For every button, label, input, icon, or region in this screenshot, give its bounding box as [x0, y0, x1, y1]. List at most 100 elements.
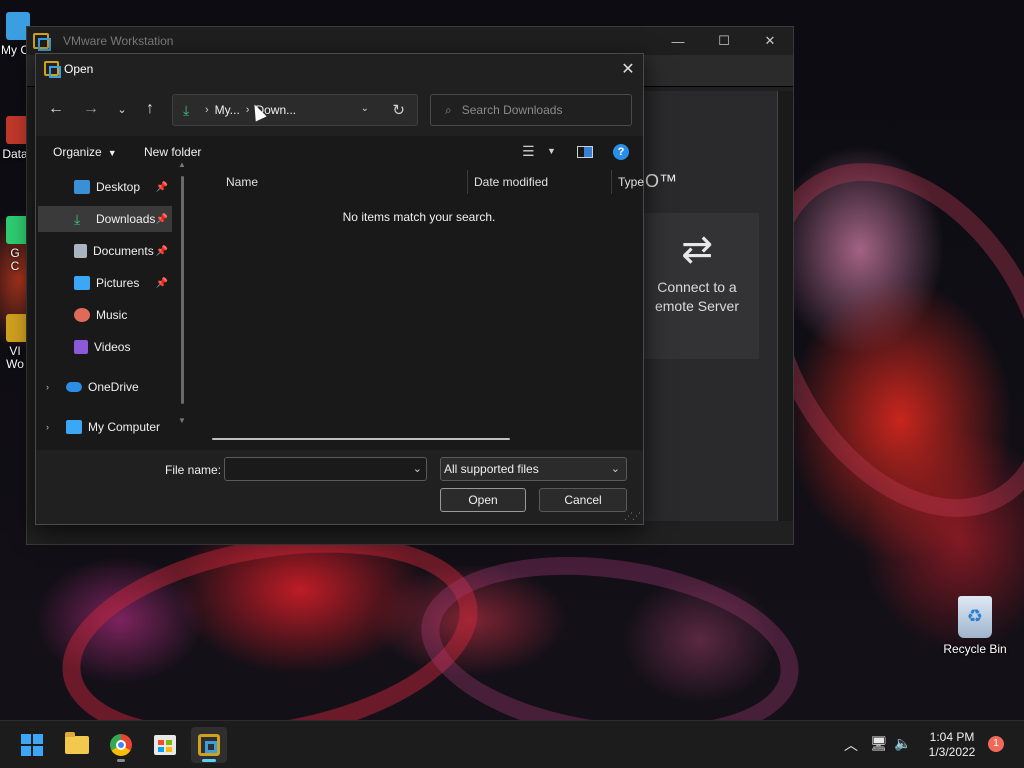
dialog-close-button[interactable]: ✕ [613, 54, 643, 83]
address-bar[interactable]: ⤓ › My... › Down... ⌄ ↻ [172, 94, 418, 126]
taskbar-chrome[interactable] [103, 727, 139, 763]
search-box[interactable]: ⌕ [430, 94, 632, 126]
nav-item-documents[interactable]: Documents 📌 [38, 238, 172, 264]
vmware-scrollbar[interactable] [777, 91, 793, 521]
chrome-icon [110, 734, 132, 756]
download-icon: ⤓ [183, 101, 190, 118]
vmware-icon [44, 61, 61, 78]
cancel-button[interactable]: Cancel [539, 488, 627, 512]
nav-item-desktop[interactable]: Desktop 📌 [38, 174, 172, 200]
nav-item-downloads[interactable]: ⤓ Downloads 📌 [38, 206, 172, 232]
address-dropdown-icon[interactable]: ⌄ [361, 103, 369, 114]
window-controls: — ☐ ✕ [655, 27, 793, 55]
search-icon: ⌕ [445, 102, 452, 117]
nav-item-videos[interactable]: Videos [38, 334, 172, 360]
start-button[interactable] [14, 727, 50, 763]
nav-item-label: OneDrive [88, 380, 139, 394]
column-header-name[interactable]: Name [226, 168, 258, 196]
network-icon[interactable]: 🖥 [870, 735, 888, 752]
file-name-label: File name: [165, 463, 222, 477]
close-button[interactable]: ✕ [747, 27, 793, 55]
forward-arrow-icon[interactable]: → [79, 97, 103, 121]
breadcrumb-chevron-icon[interactable]: › [205, 104, 209, 116]
view-options-icon[interactable]: ☰ [522, 143, 535, 160]
nav-item-label: Downloads [96, 212, 156, 226]
refresh-icon[interactable]: ↻ [392, 101, 405, 119]
expand-chevron-icon[interactable]: › [46, 382, 49, 392]
scroll-down-icon[interactable]: ▼ [178, 416, 186, 425]
up-arrow-icon[interactable]: ↑ [138, 97, 162, 121]
scroll-up-icon[interactable]: ▲ [178, 160, 186, 169]
expand-chevron-icon[interactable]: › [46, 422, 49, 432]
organize-button[interactable]: Organize ▼ [53, 145, 117, 159]
column-divider[interactable] [467, 170, 468, 194]
column-header-date-modified[interactable]: Date modified [474, 168, 548, 196]
file-list: Name Date modified Type No items match y… [194, 168, 644, 450]
file-type-value: All supported files [444, 462, 539, 476]
taskbar-vmware[interactable] [191, 727, 227, 763]
document-icon [74, 244, 87, 258]
nav-item-onedrive[interactable]: › OneDrive [38, 374, 172, 400]
clock-date: 1/3/2022 [928, 745, 976, 759]
nav-item-label: My Computer [88, 420, 161, 434]
vmware-brand-mark: O™ [645, 171, 678, 191]
minimize-button[interactable]: — [655, 27, 701, 55]
command-bar: Organize ▼ New folder ☰ ▼ ? [36, 136, 643, 168]
search-input[interactable] [461, 103, 602, 117]
nav-item-label: Videos [94, 340, 131, 354]
caret-down-icon: ▼ [107, 148, 117, 158]
volume-icon[interactable]: 🔈 [894, 735, 911, 752]
chevron-down-icon[interactable]: ⌄ [413, 462, 422, 475]
cloud-icon [66, 382, 82, 392]
taskbar-store[interactable] [147, 727, 183, 763]
back-arrow-icon[interactable]: ← [44, 97, 68, 121]
download-icon: ⤓ [74, 211, 81, 227]
store-icon [154, 735, 176, 755]
pin-icon: 📌 [155, 245, 168, 257]
column-divider[interactable] [611, 170, 612, 194]
notification-badge[interactable]: 1 [988, 736, 1004, 752]
caret-down-icon[interactable]: ▼ [547, 146, 556, 156]
navigation-bar: ← → ⌄ ↑ ⤓ › My... › Down... ⌄ ↻ ⌕ [36, 83, 643, 136]
horizontal-scrollbar[interactable] [212, 438, 510, 440]
file-name-combo[interactable]: ⌄ [224, 457, 427, 481]
recent-locations-chevron-icon[interactable]: ⌄ [110, 97, 134, 121]
help-icon[interactable]: ? [613, 144, 629, 160]
open-button[interactable]: Open [440, 488, 526, 512]
system-clock[interactable]: 1:04 PM 1/3/2022 [920, 730, 984, 760]
dialog-footer: File name: ⌄ All supported files ⌄ Open … [36, 450, 643, 524]
column-header-type[interactable]: Type [618, 168, 644, 196]
vmware-title-bar[interactable]: VMware Workstation — ☐ ✕ [27, 27, 793, 55]
file-type-select[interactable]: All supported files ⌄ [440, 457, 627, 481]
vmware-icon [33, 33, 51, 51]
navigation-pane: ▲ Desktop 📌 ⤓ Downloads 📌 Documents 📌 Pi… [36, 160, 192, 450]
resize-grip-icon[interactable]: ⋰⋰ [624, 511, 641, 522]
open-dialog: Open ✕ ← → ⌄ ↑ ⤓ › My... › Down... ⌄ ↻ ⌕… [35, 53, 644, 525]
new-folder-button[interactable]: New folder [144, 145, 201, 159]
pictures-icon [74, 276, 90, 290]
remote-card-line1: Connect to a [657, 279, 737, 295]
preview-pane-icon[interactable] [577, 146, 593, 158]
taskbar-file-explorer[interactable] [59, 727, 95, 763]
pin-icon: 📌 [155, 181, 168, 193]
active-indicator [202, 759, 216, 762]
show-hidden-icons-chevron-icon[interactable]: ︿ [844, 735, 858, 755]
dialog-title: Open [64, 61, 94, 76]
maximize-button[interactable]: ☐ [701, 27, 747, 55]
nav-item-pictures[interactable]: Pictures 📌 [38, 270, 172, 296]
taskbar: ︿ 🖥 🔈 1:04 PM 1/3/2022 [0, 720, 1024, 768]
file-name-input[interactable] [225, 458, 405, 480]
running-indicator [117, 759, 125, 762]
nav-item-label: Documents [93, 244, 154, 258]
desktop-icon-recycle-bin[interactable]: Recycle Bin [943, 596, 1007, 656]
nav-item-music[interactable]: Music [38, 302, 172, 328]
vmware-icon [198, 734, 220, 756]
nav-item-my-computer[interactable]: › My Computer [38, 414, 172, 440]
nav-pane-scrollbar[interactable] [181, 176, 184, 404]
breadcrumb-my[interactable]: My... [215, 103, 240, 117]
connect-remote-server-card[interactable]: ⇄ Connect to a emote Server [635, 213, 759, 359]
videos-icon [74, 340, 88, 354]
folder-icon [65, 732, 89, 754]
recycle-bin-label: Recycle Bin [943, 642, 1007, 656]
dialog-title-bar[interactable]: Open ✕ [36, 54, 643, 83]
